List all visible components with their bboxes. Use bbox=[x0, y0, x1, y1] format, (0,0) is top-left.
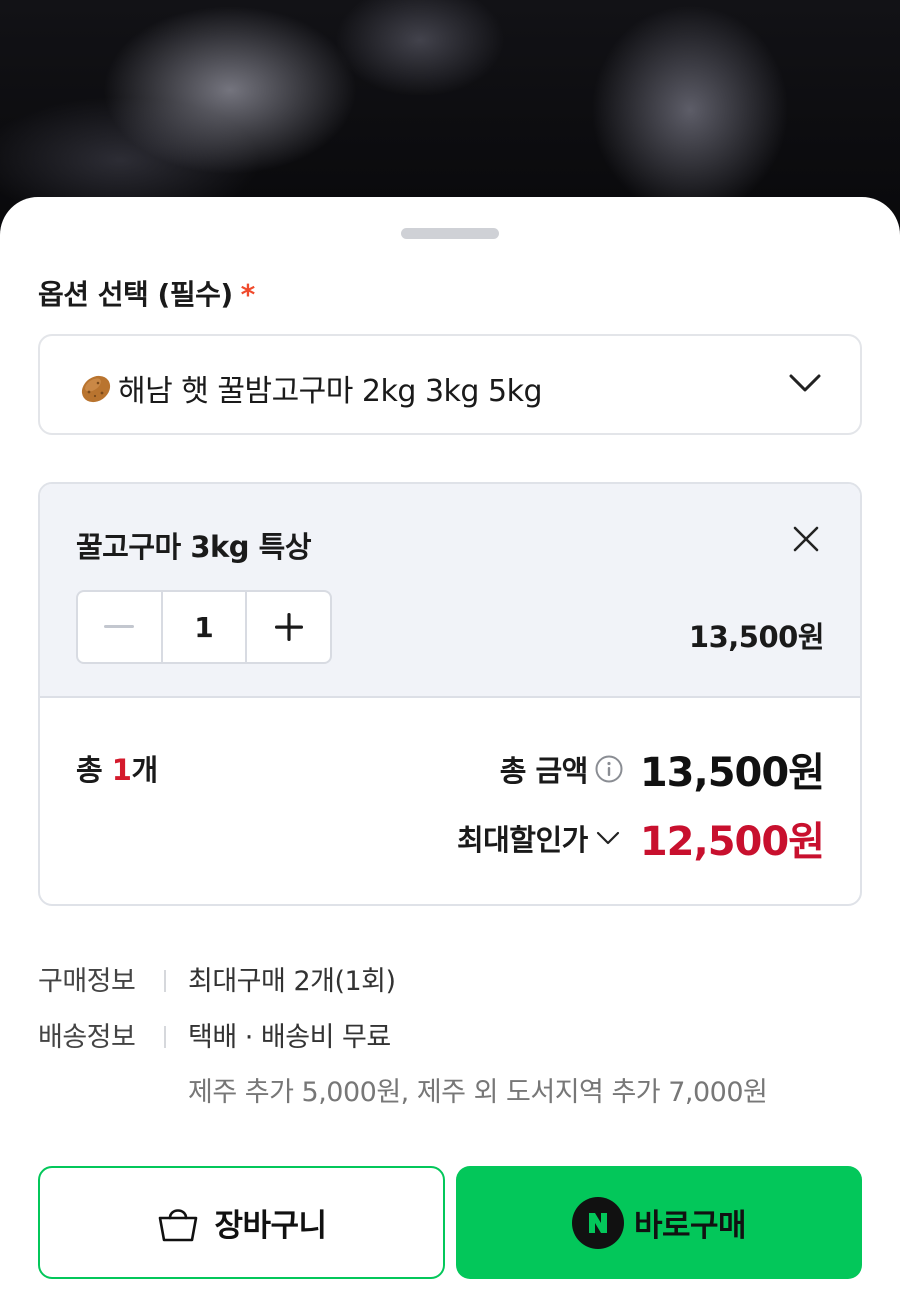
selected-item-panel: 꿀고구마 3kg 특상 1 13,500원 bbox=[40, 484, 860, 698]
option-select-dropdown[interactable]: 해남 햇 꿀밤고구마 2kg 3kg 5kg bbox=[38, 334, 862, 435]
purchase-info-value: 최대구매 2개(1회) bbox=[188, 966, 396, 997]
purchase-info-label: 구매정보 bbox=[38, 966, 136, 997]
shipping-info-row: 배송정보 택배 · 배송비 무료 bbox=[38, 1015, 391, 1054]
divider bbox=[164, 969, 166, 992]
total-count-value: 1 bbox=[111, 753, 132, 787]
buy-button-label: 바로구매 bbox=[633, 1208, 747, 1244]
close-icon[interactable] bbox=[792, 525, 820, 553]
required-mark: * bbox=[240, 278, 256, 311]
chevron-down-icon bbox=[789, 374, 821, 392]
minus-icon bbox=[104, 625, 135, 628]
total-count-prefix: 총 bbox=[76, 753, 112, 787]
option-select-text: 해남 햇 꿀밤고구마 2kg 3kg 5kg bbox=[118, 374, 543, 409]
potato-icon bbox=[81, 375, 111, 403]
option-select-value: 해남 햇 꿀밤고구마 2kg 3kg 5kg bbox=[76, 366, 543, 410]
naver-pay-icon bbox=[571, 1196, 624, 1249]
option-section-title: 옵션 선택 (필수) * bbox=[38, 273, 255, 313]
sheet-drag-handle[interactable] bbox=[401, 228, 499, 239]
selected-item-price: 13,500원 bbox=[688, 620, 825, 654]
shipping-info-label: 배송정보 bbox=[38, 1022, 136, 1053]
total-amount-value: 13,500원 bbox=[639, 750, 825, 796]
max-discount-value: 12,500원 bbox=[639, 819, 825, 865]
total-count: 총 1개 bbox=[76, 747, 158, 789]
plus-icon bbox=[274, 613, 303, 641]
shipping-extra-fee-note: 제주 추가 5,000원, 제주 외 도서지역 추가 7,000원 bbox=[188, 1077, 768, 1108]
shopping-bag-icon bbox=[159, 1208, 198, 1241]
info-icon[interactable] bbox=[594, 754, 624, 784]
buy-now-button[interactable]: 바로구매 bbox=[456, 1166, 862, 1279]
increase-button[interactable] bbox=[247, 592, 330, 662]
total-count-suffix: 개 bbox=[131, 753, 158, 787]
max-discount-row: 최대할인가 12,500원 bbox=[457, 809, 825, 867]
add-to-cart-button[interactable]: 장바구니 bbox=[38, 1166, 445, 1279]
purchase-info-row: 구매정보 최대구매 2개(1회) bbox=[38, 959, 396, 998]
selected-item-name: 꿀고구마 3kg 특상 bbox=[76, 530, 312, 564]
decrease-button[interactable] bbox=[78, 592, 161, 662]
chevron-down-icon[interactable] bbox=[596, 830, 620, 846]
quantity-value[interactable]: 1 bbox=[160, 592, 248, 662]
selected-option-card: 꿀고구마 3kg 특상 1 13,500원 총 1개 총 금액 13,500원 … bbox=[38, 482, 862, 906]
divider bbox=[164, 1025, 166, 1048]
quantity-stepper: 1 bbox=[76, 590, 332, 664]
total-amount-label: 총 금액 bbox=[499, 754, 589, 788]
naver-n-glyph bbox=[588, 1212, 607, 1233]
max-discount-label[interactable]: 최대할인가 bbox=[457, 817, 588, 859]
shipping-info-value: 택배 · 배송비 무료 bbox=[188, 1022, 391, 1053]
option-bottom-sheet: 옵션 선택 (필수) * 해남 햇 꿀밤고구마 2kg 3kg 5kg 꿀고구마 … bbox=[0, 197, 900, 1295]
total-amount-row: 총 금액 13,500원 bbox=[499, 740, 825, 798]
option-title-text: 옵션 선택 (필수) bbox=[38, 278, 233, 311]
cart-button-label: 장바구니 bbox=[214, 1208, 327, 1244]
